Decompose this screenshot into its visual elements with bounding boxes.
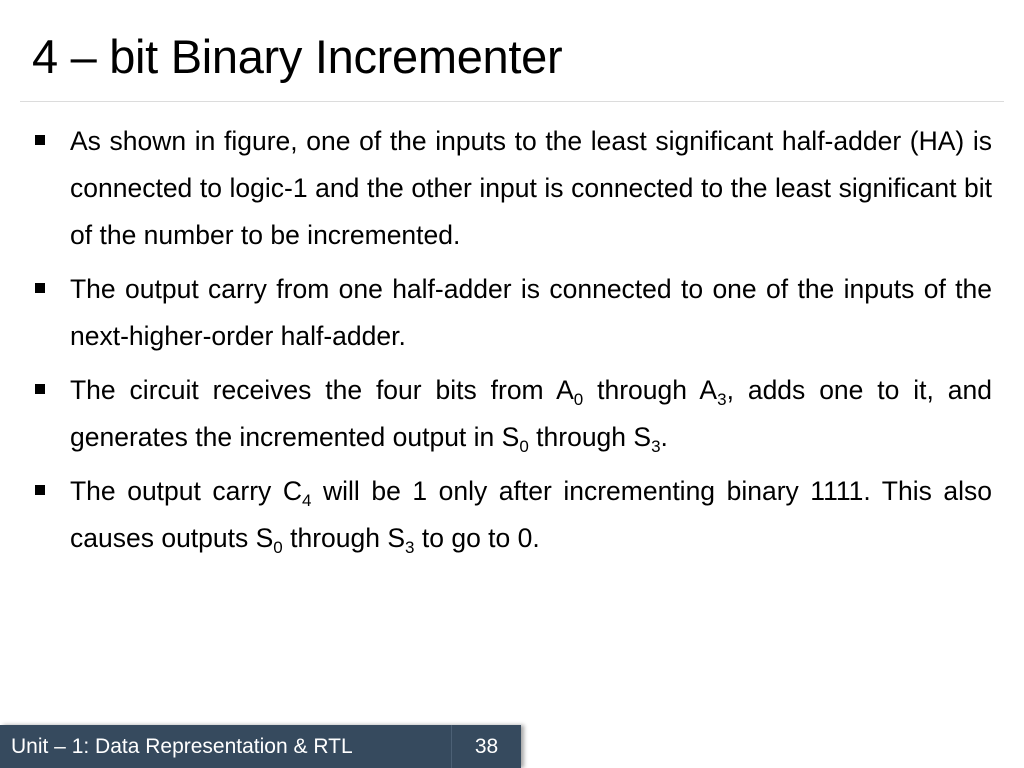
bullet-item: As shown in figure, one of the inputs to…: [35, 118, 992, 259]
text-run: through S: [528, 422, 652, 452]
text-run: The output carry from one half-adder is …: [70, 274, 992, 351]
square-bullet-icon: [35, 135, 45, 145]
square-bullet-icon: [35, 384, 45, 394]
bullet-text: The output carry C4 will be 1 only after…: [70, 476, 992, 556]
slide-footer: Unit – 1: Data Representation & RTL 38: [0, 725, 521, 768]
bullet-text: The output carry from one half-adder is …: [70, 274, 992, 351]
bullet-item: The circuit receives the four bits from …: [35, 367, 992, 461]
text-run: to go to 0.: [414, 523, 540, 553]
text-run: through A: [583, 375, 718, 405]
text-run: The circuit receives the four bits from …: [70, 375, 574, 405]
footer-unit-label: Unit – 1: Data Representation & RTL: [0, 725, 452, 768]
title-divider: [20, 101, 1004, 102]
subscript: 3: [405, 538, 415, 557]
subscript: 0: [519, 437, 529, 456]
bullet-item: The output carry from one half-adder is …: [35, 266, 992, 360]
slide-title: 4 – bit Binary Incrementer: [32, 30, 563, 83]
square-bullet-icon: [35, 283, 45, 293]
bullet-text: As shown in figure, one of the inputs to…: [70, 126, 992, 250]
text-run: The output carry C: [70, 476, 302, 506]
text-run: .: [660, 422, 668, 452]
subscript: 3: [717, 390, 727, 409]
footer-page-number: 38: [474, 735, 499, 758]
bullet-list: As shown in figure, one of the inputs to…: [0, 118, 1024, 569]
text-run: through S: [282, 523, 406, 553]
square-bullet-icon: [35, 485, 45, 495]
bullet-text: The circuit receives the four bits from …: [70, 375, 992, 455]
subscript: 3: [651, 437, 661, 456]
bullet-item: The output carry C4 will be 1 only after…: [35, 468, 992, 562]
text-run: As shown in figure, one of the inputs to…: [70, 126, 992, 250]
subscript: 0: [273, 538, 283, 557]
subscript: 0: [573, 390, 584, 409]
